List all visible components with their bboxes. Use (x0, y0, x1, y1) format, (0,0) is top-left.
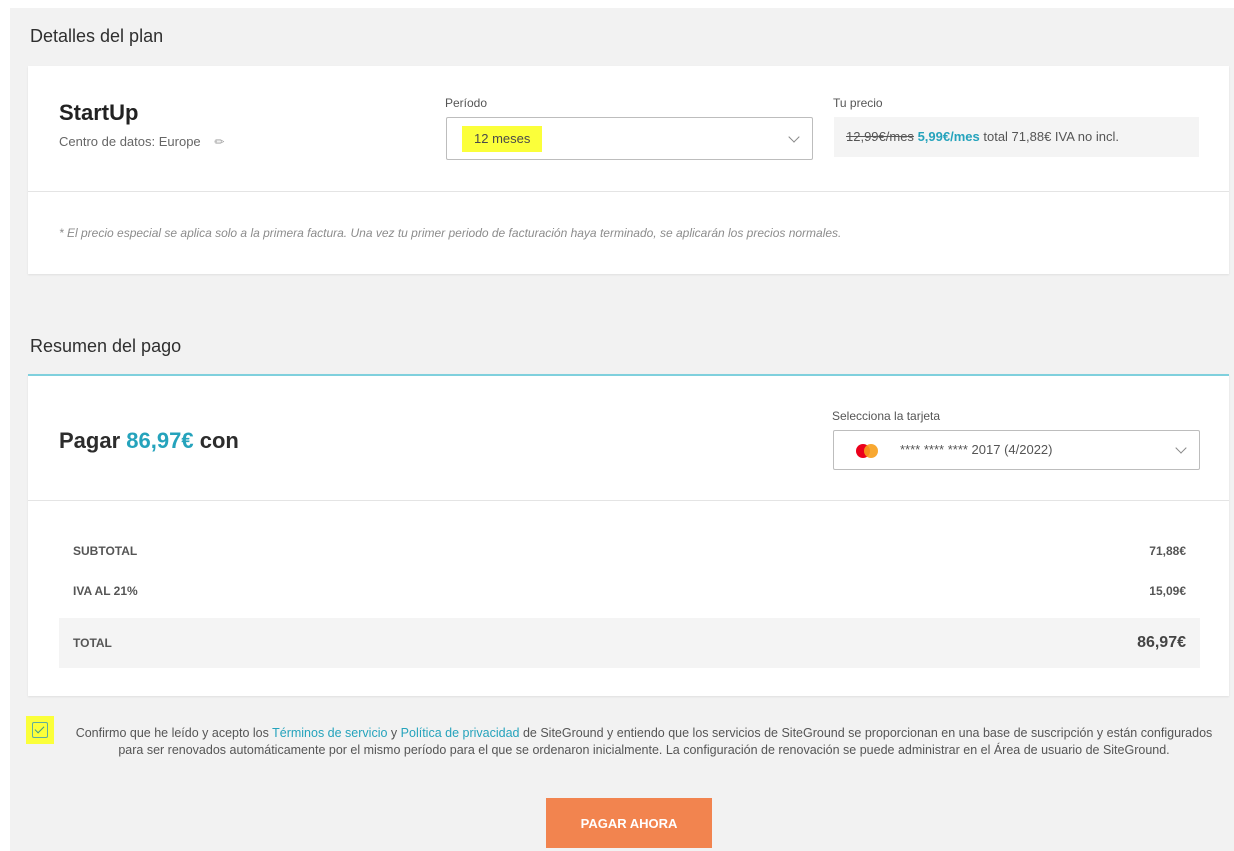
pay-heading-prefix: Pagar (59, 428, 121, 453)
divider (28, 191, 1229, 192)
card-select-label: Selecciona la tarjeta (832, 409, 941, 423)
payment-summary-card: Pagar 86,97€ con Selecciona la tarjeta *… (28, 374, 1229, 696)
summary-label: TOTAL (73, 636, 112, 650)
period-select[interactable]: 12 meses (446, 117, 813, 160)
summary-row-total: TOTAL 86,97€ (59, 618, 1200, 668)
summary-value: 86,97€ (1137, 634, 1186, 651)
plan-name: StartUp (59, 100, 139, 125)
pay-heading-suffix: con (199, 428, 239, 453)
datacenter-label: Centro de datos: Europe (59, 134, 201, 149)
summary-label: SUBTOTAL (73, 544, 138, 558)
datacenter-info: Centro de datos: Europe ✏︎ (59, 134, 224, 149)
mastercard-icon (856, 444, 880, 458)
chevron-down-icon (788, 130, 800, 143)
price-total: total 71,88€ IVA no incl. (983, 129, 1119, 144)
special-price-note: * El precio especial se aplica solo a la… (59, 226, 842, 240)
pay-now-button[interactable]: PAGAR AHORA (546, 798, 712, 848)
summary-row-iva: IVA AL 21% 15,09€ (59, 571, 1200, 611)
card-value: **** **** **** 2017 (4/2022) (900, 442, 1053, 457)
period-label: Período (445, 96, 488, 110)
price-box: 12,99€/mes 5,99€/mes total 71,88€ IVA no… (834, 117, 1199, 157)
plan-details-card: StartUp Centro de datos: Europe ✏︎ Perío… (28, 66, 1229, 274)
consent-text: Confirmo que he leído y acepto los Térmi… (70, 725, 1218, 759)
summary-row-subtotal: SUBTOTAL 71,88€ (59, 531, 1200, 571)
period-value: 12 meses (462, 126, 543, 152)
privacy-link[interactable]: Política de privacidad (401, 726, 520, 740)
consent-checkbox[interactable] (32, 722, 48, 738)
price-label: Tu precio (833, 96, 883, 110)
pencil-icon[interactable]: ✏︎ (214, 135, 224, 149)
pay-heading: Pagar 86,97€ con (59, 428, 239, 454)
consent-text-1: Confirmo que he leído y acepto los (75, 726, 269, 740)
card-select[interactable]: **** **** **** 2017 (4/2022) (833, 430, 1200, 470)
price-old: 12,99€/mes (846, 129, 914, 144)
pay-amount: 86,97€ (126, 428, 194, 453)
divider (28, 500, 1229, 501)
terms-link[interactable]: Términos de servicio (272, 726, 387, 740)
plan-details-title: Detalles del plan (30, 26, 164, 46)
checkout-page: Detalles del plan StartUp Centro de dato… (10, 8, 1234, 851)
summary-label: IVA AL 21% (73, 584, 138, 598)
consent-checkbox-wrapper (26, 716, 54, 744)
price-new: 5,99€/mes (917, 129, 980, 144)
consent-and: y (390, 726, 398, 740)
chevron-down-icon (1175, 442, 1187, 454)
summary-value: 71,88€ (1149, 544, 1186, 558)
summary-value: 15,09€ (1149, 584, 1186, 598)
payment-summary-title: Resumen del pago (30, 336, 182, 356)
